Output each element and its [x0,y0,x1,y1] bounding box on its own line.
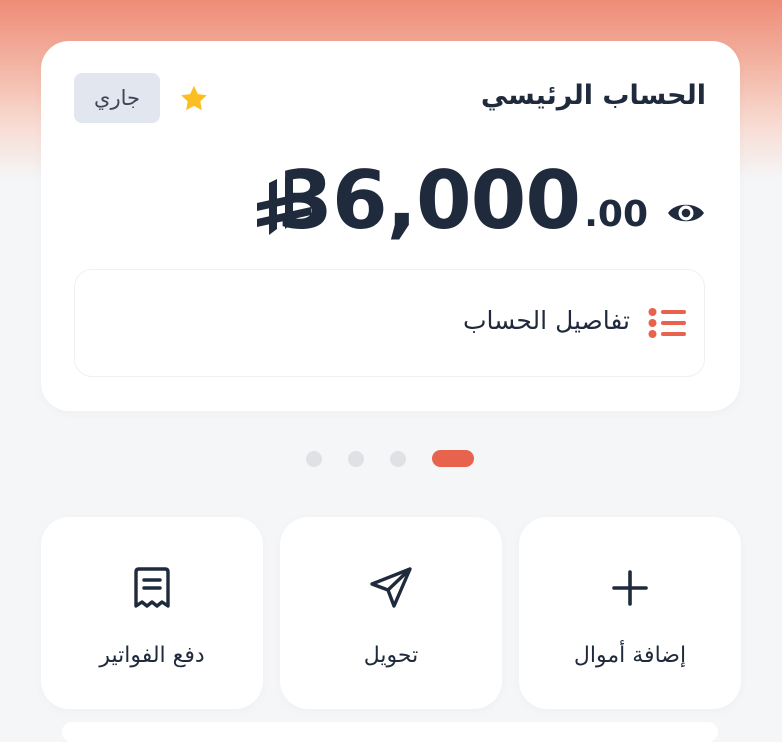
balance-amount: 36,000 [277,154,581,247]
account-type-badge: جاري [74,73,160,123]
receipt-icon [134,567,170,608]
add-funds-label: إضافة أموال [573,643,687,668]
carousel-dot[interactable] [348,451,364,467]
carousel-dot[interactable] [390,451,406,467]
carousel-dot-active[interactable] [432,450,474,467]
next-section-card [62,722,718,742]
list-icon [648,308,686,338]
account-card[interactable]: الحساب الرئيسي جاري .00 36,000 تفاصيل ال… [41,41,740,411]
account-details-label: تفاصيل الحساب [462,306,630,335]
star-icon[interactable] [177,83,211,115]
eye-icon[interactable] [666,199,706,227]
transfer-label: تحويل [363,643,419,668]
plus-icon [612,570,648,606]
balance-cents: .00 [584,194,648,235]
add-funds-button[interactable]: إضافة أموال [519,517,741,709]
send-icon [370,567,412,608]
saudi-riyal-icon [257,173,311,235]
carousel-dot[interactable] [306,451,322,467]
transfer-button[interactable]: تحويل [280,517,502,709]
pay-bills-button[interactable]: دفع الفواتير [41,517,263,709]
account-title: الحساب الرئيسي [480,80,706,111]
account-details-button[interactable]: تفاصيل الحساب [74,269,705,377]
pay-bills-label: دفع الفواتير [99,643,205,668]
